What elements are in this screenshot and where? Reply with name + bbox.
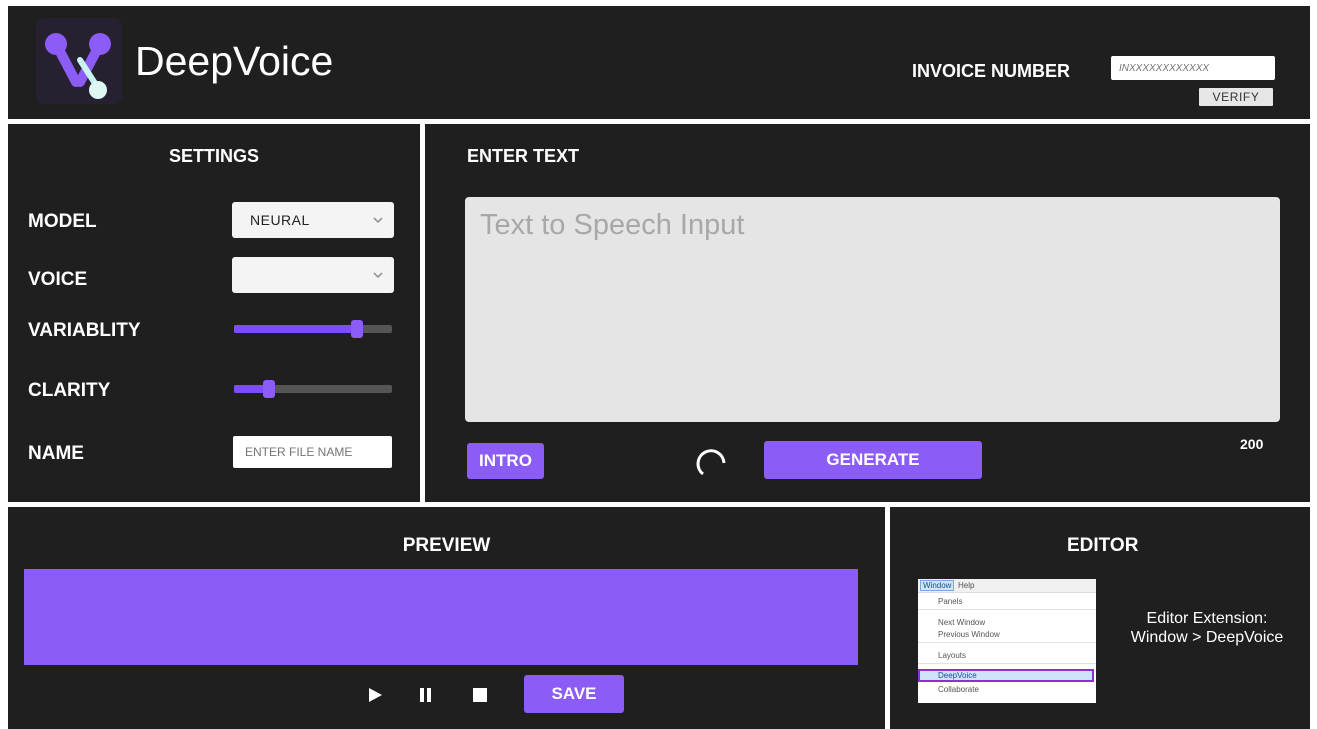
- voice-label: VOICE: [28, 269, 88, 290]
- menu-item-panels: Panels: [918, 597, 1096, 610]
- loading-spinner-icon: [695, 445, 731, 481]
- clarity-label: CLARITY: [28, 380, 111, 401]
- menu-item-collaborate: Collaborate: [938, 685, 979, 694]
- character-limit-count: 200: [1240, 436, 1264, 452]
- editor-menu-screenshot: Window Help Panels Next Window Previous …: [918, 579, 1096, 703]
- settings-title: SETTINGS: [168, 146, 259, 166]
- editor-extension-caption: Editor Extension: Window > DeepVoice: [1112, 609, 1302, 647]
- header-bar: DeepVoice INVOICE NUMBER VERIFY: [8, 6, 1310, 119]
- menu-item-layouts: Layouts: [918, 651, 1096, 664]
- menu-bar-help: Help: [958, 581, 975, 590]
- name-label: NAME: [28, 443, 84, 464]
- generate-button-label: GENERATE: [826, 450, 920, 469]
- intro-button-label: INTRO: [479, 451, 532, 470]
- play-icon[interactable]: [367, 687, 383, 703]
- model-select-value: NEURAL: [250, 212, 310, 228]
- variability-slider-handle[interactable]: [351, 320, 363, 338]
- settings-panel: SETTINGS MODEL NEURAL VOICE VARIABLITY C…: [8, 124, 420, 502]
- deepvoice-logo: [36, 18, 122, 104]
- menu-bar: Window Help: [918, 579, 1096, 593]
- clarity-slider-handle[interactable]: [263, 380, 275, 398]
- invoice-number-label: INVOICE NUMBER: [912, 61, 1071, 81]
- model-select[interactable]: NEURAL: [232, 202, 394, 238]
- variability-slider-fill: [234, 325, 357, 333]
- editor-panel: EDITOR Window Help Panels Next Window Pr…: [890, 507, 1310, 729]
- preview-panel: PREVIEW SAVE: [8, 507, 885, 729]
- editor-title: EDITOR: [1067, 535, 1139, 556]
- enter-text-title: ENTER TEXT: [467, 146, 580, 166]
- voice-select[interactable]: [232, 257, 394, 293]
- menu-bar-window: Window: [920, 580, 955, 591]
- save-button[interactable]: SAVE: [524, 675, 624, 713]
- menu-item-deepvoice: DeepVoice: [918, 669, 1094, 682]
- generate-button[interactable]: GENERATE: [764, 441, 982, 479]
- chevron-down-icon: [372, 265, 384, 288]
- model-label: MODEL: [28, 211, 97, 232]
- verify-button-label: VERIFY: [1212, 90, 1260, 104]
- save-button-label: SAVE: [551, 684, 597, 703]
- menu-item-previous-window: Previous Window: [918, 630, 1096, 643]
- pause-icon[interactable]: [419, 687, 433, 703]
- text-to-speech-input[interactable]: Text to Speech Input: [465, 197, 1280, 422]
- invoice-number-input[interactable]: [1111, 56, 1275, 80]
- editor-caption-line1: Editor Extension:: [1146, 610, 1268, 627]
- clarity-slider[interactable]: [234, 380, 392, 398]
- editor-caption-line2: Window > DeepVoice: [1130, 629, 1284, 646]
- variability-slider[interactable]: [234, 320, 392, 338]
- enter-text-panel: ENTER TEXT Text to Speech Input 200 INTR…: [425, 124, 1310, 502]
- preview-title: PREVIEW: [402, 535, 491, 556]
- text-input-placeholder: Text to Speech Input: [480, 209, 745, 241]
- file-name-input[interactable]: [233, 436, 392, 468]
- intro-button[interactable]: INTRO: [467, 443, 544, 479]
- app-title: DeepVoice: [135, 38, 334, 84]
- stop-icon[interactable]: [473, 688, 487, 702]
- chevron-down-icon: [372, 210, 384, 233]
- menu-item-next-window: Next Window: [938, 618, 986, 627]
- variability-label: VARIABLITY: [28, 320, 141, 341]
- waveform-preview: [24, 569, 858, 665]
- verify-button[interactable]: VERIFY: [1199, 88, 1273, 106]
